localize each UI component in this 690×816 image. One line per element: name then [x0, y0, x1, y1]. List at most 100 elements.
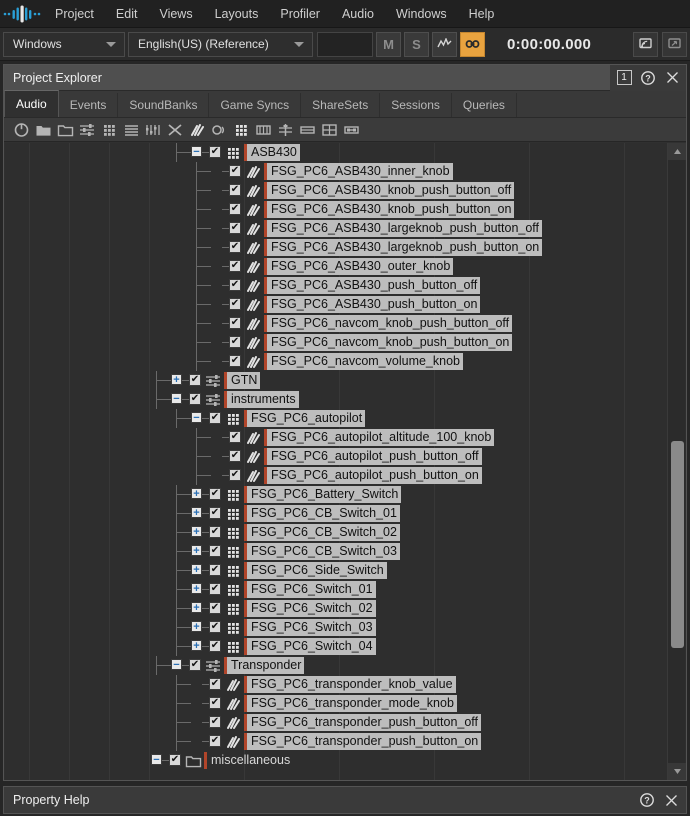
inclusion-checkbox[interactable]: ✔: [189, 659, 201, 671]
tree-row-label[interactable]: FSG_PC6_ASB430_inner_knob: [267, 163, 453, 180]
tree-row-label[interactable]: FSG_PC6_autopilot: [247, 410, 366, 427]
inclusion-checkbox[interactable]: ✔: [209, 564, 221, 576]
inclusion-checkbox[interactable]: ✔: [209, 507, 221, 519]
platform-selector[interactable]: Windows: [3, 31, 125, 57]
inclusion-checkbox[interactable]: ✔: [209, 678, 221, 690]
tree-row-label[interactable]: FSG_PC6_Switch_02: [247, 600, 376, 617]
inclusion-checkbox[interactable]: ✔: [189, 393, 201, 405]
tree-row-label[interactable]: FSG_PC6_navcom_knob_push_button_on: [267, 334, 513, 351]
expand-icon[interactable]: +: [191, 621, 202, 632]
inclusion-checkbox[interactable]: ✔: [209, 602, 221, 614]
tree-row[interactable]: ✔ FSG_PC6_ASB430_knob_push_button_off: [5, 181, 664, 200]
language-selector[interactable]: English(US) (Reference): [128, 31, 313, 57]
tree-row-label[interactable]: FSG_PC6_ASB430_largeknob_push_button_on: [267, 239, 543, 256]
tree-row[interactable]: − ✔ Transponder: [5, 656, 664, 675]
inclusion-checkbox[interactable]: ✔: [229, 222, 241, 234]
tree-row-label[interactable]: Transponder: [227, 657, 305, 674]
inclusion-checkbox[interactable]: ✔: [209, 621, 221, 633]
sound-sfx-icon[interactable]: [187, 120, 207, 139]
inclusion-checkbox[interactable]: ✔: [229, 184, 241, 196]
menu-item-project[interactable]: Project: [44, 0, 105, 28]
inclusion-checkbox[interactable]: ✔: [209, 735, 221, 747]
inclusion-checkbox[interactable]: ✔: [209, 146, 221, 158]
menu-item-help[interactable]: Help: [458, 0, 506, 28]
expand-icon[interactable]: +: [191, 640, 202, 651]
inclusion-checkbox[interactable]: ✔: [229, 469, 241, 481]
close-icon[interactable]: [660, 66, 684, 90]
audio-tree[interactable]: − ✔ ASB430 ✔ FSG_PC6_ASB430_inner_knob ✔ FSG_P…: [5, 143, 664, 780]
tree-row-label[interactable]: FSG_PC6_navcom_volume_knob: [267, 353, 463, 370]
menu-item-layouts[interactable]: Layouts: [204, 0, 270, 28]
tree-row[interactable]: ✔ FSG_PC6_transponder_push_button_off: [5, 713, 664, 732]
inclusion-checkbox[interactable]: ✔: [209, 583, 221, 595]
folder-filled-icon[interactable]: [33, 120, 53, 139]
triangle-down-icon[interactable]: [668, 763, 686, 780]
tree-row-label[interactable]: FSG_PC6_Switch_04: [247, 638, 376, 655]
tree-row[interactable]: ✔ FSG_PC6_ASB430_largeknob_push_button_on: [5, 238, 664, 257]
tree-row-label[interactable]: FSG_PC6_transponder_push_button_off: [247, 714, 482, 731]
tree-row-label[interactable]: FSG_PC6_ASB430_knob_push_button_off: [267, 182, 515, 199]
tree-row-label[interactable]: FSG_PC6_transponder_knob_value: [247, 676, 456, 693]
tree-row[interactable]: ✔ FSG_PC6_transponder_push_button_on: [5, 732, 664, 751]
actor-mixer-icon[interactable]: [231, 120, 251, 139]
tree-row-label[interactable]: FSG_PC6_ASB430_knob_push_button_on: [267, 201, 515, 218]
tab-soundbanks[interactable]: SoundBanks: [118, 93, 210, 117]
tree-row[interactable]: ✔ FSG_PC6_navcom_knob_push_button_on: [5, 333, 664, 352]
help-icon[interactable]: ?: [635, 788, 659, 812]
music-track-icon[interactable]: [341, 120, 361, 139]
tree-row-label[interactable]: FSG_PC6_CB_Switch_03: [247, 543, 400, 560]
triangle-up-icon[interactable]: [668, 143, 686, 160]
vertical-scrollbar[interactable]: [667, 143, 686, 780]
expand-icon[interactable]: +: [191, 488, 202, 499]
inclusion-checkbox[interactable]: ✔: [209, 640, 221, 652]
tree-row-label[interactable]: FSG_PC6_transponder_push_button_on: [247, 733, 482, 750]
inclusion-checkbox[interactable]: ✔: [229, 431, 241, 443]
view-number-badge[interactable]: 1: [612, 66, 636, 90]
tree-row-label[interactable]: ASB430: [247, 144, 300, 161]
tree-row[interactable]: ✔ FSG_PC6_ASB430_inner_knob: [5, 162, 664, 181]
expand-icon[interactable]: +: [191, 507, 202, 518]
tree-row-label[interactable]: FSG_PC6_navcom_knob_push_button_off: [267, 315, 513, 332]
remote-connect-icon[interactable]: [633, 31, 658, 57]
tree-row-label[interactable]: FSG_PC6_ASB430_push_button_on: [267, 296, 481, 313]
expand-icon[interactable]: +: [191, 526, 202, 537]
tree-row[interactable]: − ✔ FSG_PC6_autopilot: [5, 409, 664, 428]
collapse-icon[interactable]: −: [191, 412, 202, 423]
tree-row-label[interactable]: GTN: [227, 372, 261, 389]
tree-row-label[interactable]: FSG_PC6_ASB430_outer_knob: [267, 258, 454, 275]
tree-row-label[interactable]: FSG_PC6_Switch_03: [247, 619, 376, 636]
tree-row-label[interactable]: FSG_PC6_ASB430_largeknob_push_button_off: [267, 220, 543, 237]
expand-icon[interactable]: +: [191, 583, 202, 594]
tree-row[interactable]: ✔ FSG_PC6_ASB430_largeknob_push_button_of…: [5, 219, 664, 238]
tree-row-label[interactable]: FSG_PC6_Switch_01: [247, 581, 376, 598]
tree-row[interactable]: ✔ FSG_PC6_autopilot_push_button_on: [5, 466, 664, 485]
menu-item-edit[interactable]: Edit: [105, 0, 149, 28]
music-switch-icon[interactable]: [275, 120, 295, 139]
inclusion-checkbox[interactable]: ✔: [209, 697, 221, 709]
random-icon[interactable]: [165, 120, 185, 139]
menu-item-profiler[interactable]: Profiler: [269, 0, 331, 28]
tree-row[interactable]: ✔ FSG_PC6_transponder_mode_knob: [5, 694, 664, 713]
menu-item-audio[interactable]: Audio: [331, 0, 385, 28]
expand-icon[interactable]: +: [191, 602, 202, 613]
tree-row-label[interactable]: FSG_PC6_autopilot_push_button_off: [267, 448, 482, 465]
menu-item-views[interactable]: Views: [148, 0, 203, 28]
inclusion-checkbox[interactable]: ✔: [229, 355, 241, 367]
inclusion-checkbox[interactable]: ✔: [229, 241, 241, 253]
tree-row-label[interactable]: instruments: [227, 391, 299, 408]
close-icon[interactable]: [659, 788, 683, 812]
inclusion-checkbox[interactable]: ✔: [229, 450, 241, 462]
tree-row[interactable]: − ✔ ASB430: [5, 143, 664, 162]
tree-row-label[interactable]: FSG_PC6_Side_Switch: [247, 562, 387, 579]
waveform-icon[interactable]: [432, 31, 457, 57]
tree-row[interactable]: ✔ FSG_PC6_navcom_knob_push_button_off: [5, 314, 664, 333]
menu-item-windows[interactable]: Windows: [385, 0, 458, 28]
reconnect-icon[interactable]: [662, 31, 687, 57]
tab-audio[interactable]: Audio: [4, 90, 59, 117]
tab-game-syncs[interactable]: Game Syncs: [209, 93, 302, 117]
tab-events[interactable]: Events: [59, 93, 119, 117]
interactive-music-icon[interactable]: [253, 120, 273, 139]
inclusion-checkbox[interactable]: ✔: [229, 260, 241, 272]
inclusion-checkbox[interactable]: ✔: [209, 488, 221, 500]
music-playlist-icon[interactable]: [297, 120, 317, 139]
